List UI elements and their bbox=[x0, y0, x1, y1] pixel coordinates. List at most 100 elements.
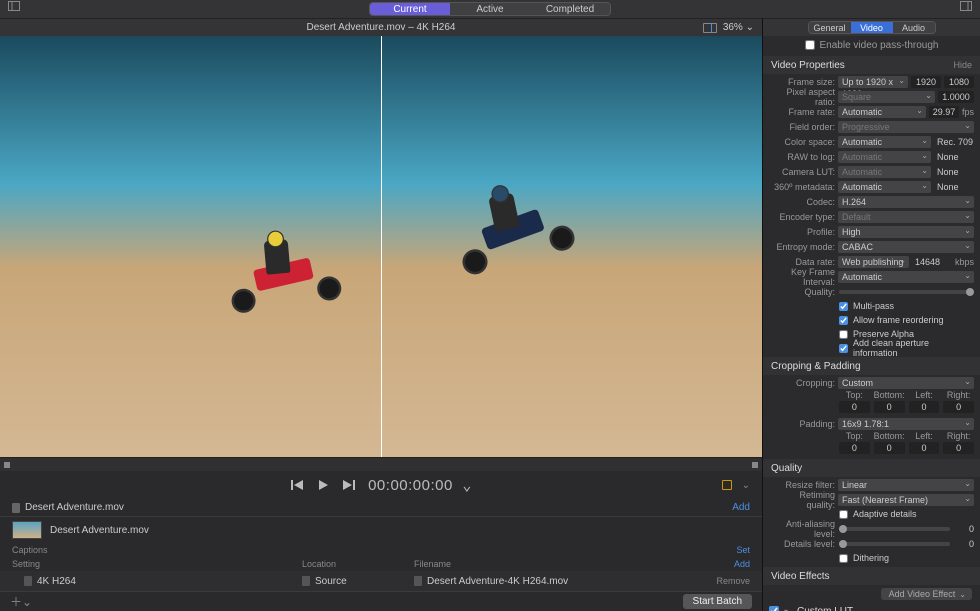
meta-label: 360º metadata: bbox=[769, 182, 835, 192]
adaptive-checkbox[interactable] bbox=[839, 510, 848, 519]
inspector-toggle-icon[interactable] bbox=[960, 0, 972, 18]
profile-select[interactable]: High bbox=[838, 226, 974, 238]
aperture-checkbox[interactable] bbox=[839, 344, 848, 353]
frame-rate-field[interactable]: 29.97 bbox=[929, 106, 959, 118]
add-effect-menu[interactable]: Add Video Effect bbox=[881, 588, 972, 600]
reorder-label: Allow frame reordering bbox=[853, 315, 944, 325]
field-order-label: Field order: bbox=[769, 122, 835, 132]
tab-active[interactable]: Active bbox=[450, 3, 530, 15]
comparison-icon[interactable] bbox=[703, 23, 717, 33]
detail-label: Details level: bbox=[769, 539, 835, 549]
reorder-checkbox[interactable] bbox=[839, 316, 848, 325]
preview-viewer[interactable] bbox=[0, 36, 762, 457]
section-quality[interactable]: Quality bbox=[763, 459, 980, 477]
timecode-display[interactable]: 00:00:00:00 ⌄ bbox=[368, 476, 472, 494]
settings-chevron-icon[interactable]: ⌄ bbox=[742, 480, 750, 491]
quality-slider[interactable] bbox=[839, 290, 974, 294]
crop-right-field[interactable]: 0 bbox=[943, 401, 974, 413]
section-video-properties[interactable]: Video Properties Hide bbox=[763, 56, 980, 74]
add-output-button[interactable]: Add bbox=[734, 559, 750, 569]
zoom-menu[interactable]: 36% ⌄ bbox=[723, 22, 754, 33]
queue-tabs: Current Active Completed bbox=[369, 2, 611, 16]
frame-width-field[interactable]: 1920 bbox=[911, 76, 941, 88]
next-frame-button[interactable] bbox=[342, 478, 356, 492]
passthrough-checkbox[interactable] bbox=[805, 40, 815, 50]
play-button[interactable] bbox=[316, 478, 330, 492]
meta-select[interactable]: Automatic bbox=[838, 181, 931, 193]
pad-bottom-field[interactable]: 0 bbox=[874, 442, 905, 454]
par-select[interactable]: Square bbox=[838, 91, 935, 103]
dither-checkbox[interactable] bbox=[839, 554, 848, 563]
setting-icon bbox=[24, 576, 32, 586]
batch-area: Desert Adventure.mov Add Desert Adventur… bbox=[0, 499, 762, 611]
split-line[interactable] bbox=[381, 36, 382, 457]
batch-item[interactable]: Desert Adventure.mov bbox=[0, 517, 762, 543]
pad-right-field[interactable]: 0 bbox=[943, 442, 974, 454]
camera-lut-value: None bbox=[934, 167, 974, 177]
frame-rate-select[interactable]: Automatic bbox=[838, 106, 926, 118]
frame-size-select[interactable]: Up to 1920 x 1080 bbox=[838, 76, 908, 88]
captions-set-button[interactable]: Set bbox=[736, 545, 750, 555]
crop-left-field[interactable]: 0 bbox=[909, 401, 940, 413]
add-button[interactable]: Add bbox=[732, 502, 750, 513]
crop-bottom-field[interactable]: 0 bbox=[874, 401, 905, 413]
par-value-field[interactable]: 1.0000 bbox=[938, 91, 974, 103]
section-cropping[interactable]: Cropping & Padding bbox=[763, 357, 980, 375]
field-order-select[interactable]: Progressive bbox=[838, 121, 974, 133]
padding-label: Padding: bbox=[769, 419, 835, 429]
encoder-label: Encoder type: bbox=[769, 212, 835, 222]
quality-slider-label: Quality: bbox=[769, 287, 835, 297]
crop-top-field[interactable]: 0 bbox=[839, 401, 870, 413]
camera-lut-label: Camera LUT: bbox=[769, 167, 835, 177]
aa-slider[interactable] bbox=[839, 527, 950, 531]
frame-height-field[interactable]: 1080 bbox=[944, 76, 974, 88]
cropping-select[interactable]: Custom bbox=[838, 377, 974, 389]
playhead-start[interactable] bbox=[4, 462, 10, 468]
captions-label: Captions bbox=[12, 545, 302, 555]
timeline-scrubber[interactable] bbox=[0, 457, 762, 471]
encoder-select[interactable]: Default bbox=[838, 211, 974, 223]
color-space-value: Rec. 709 bbox=[934, 137, 974, 147]
batch-output-row[interactable]: 4K H264 Source Desert Adventure-4K H264.… bbox=[0, 571, 762, 591]
row-setting: 4K H264 bbox=[37, 576, 76, 587]
entropy-select[interactable]: CABAC bbox=[838, 241, 974, 253]
detail-slider[interactable] bbox=[839, 542, 950, 546]
color-space-select[interactable]: Automatic bbox=[838, 136, 931, 148]
columns-header: Setting Location Filename Add bbox=[0, 557, 762, 571]
keyframe-select[interactable]: Automatic bbox=[838, 271, 974, 283]
hide-button[interactable]: Hide bbox=[953, 60, 972, 70]
playhead-end[interactable] bbox=[752, 462, 758, 468]
start-batch-button[interactable]: Start Batch bbox=[683, 594, 752, 609]
disclosure-icon[interactable]: ▾ bbox=[784, 607, 792, 611]
passthrough-label: Enable video pass-through bbox=[820, 40, 939, 51]
tab-general[interactable]: General bbox=[809, 22, 851, 33]
raw-log-select[interactable]: Automatic bbox=[838, 151, 931, 163]
custom-lut-checkbox[interactable] bbox=[769, 606, 779, 611]
sidebar-toggle-icon[interactable] bbox=[8, 0, 20, 18]
prev-frame-button[interactable] bbox=[290, 478, 304, 492]
padding-select[interactable]: 16x9 1.78:1 bbox=[838, 418, 974, 430]
remove-button[interactable]: Remove bbox=[716, 576, 750, 586]
pad-left-field[interactable]: 0 bbox=[909, 442, 940, 454]
add-menu-button[interactable]: ＋⌄ bbox=[10, 593, 32, 610]
data-rate-select[interactable]: Web publishing bbox=[838, 256, 909, 268]
batch-file-header[interactable]: Desert Adventure.mov Add bbox=[0, 499, 762, 517]
alpha-checkbox[interactable] bbox=[839, 330, 848, 339]
tab-audio[interactable]: Audio bbox=[893, 22, 935, 33]
tab-video[interactable]: Video bbox=[851, 22, 893, 33]
content-graphic bbox=[222, 234, 348, 322]
retime-select[interactable]: Fast (Nearest Frame) bbox=[838, 494, 974, 506]
marker-icon[interactable] bbox=[722, 480, 732, 490]
profile-label: Profile: bbox=[769, 227, 835, 237]
batch-file-name: Desert Adventure.mov bbox=[25, 502, 732, 513]
tab-completed[interactable]: Completed bbox=[530, 3, 610, 15]
section-effects[interactable]: Video Effects bbox=[763, 567, 980, 585]
pad-top-field[interactable]: 0 bbox=[839, 442, 870, 454]
multipass-checkbox[interactable] bbox=[839, 302, 848, 311]
thumbnail bbox=[12, 521, 42, 539]
tab-current[interactable]: Current bbox=[370, 3, 450, 15]
dither-label: Dithering bbox=[853, 553, 889, 563]
camera-lut-select[interactable]: Automatic bbox=[838, 166, 931, 178]
codec-select[interactable]: H.264 bbox=[838, 196, 974, 208]
resize-select[interactable]: Linear bbox=[838, 479, 974, 491]
